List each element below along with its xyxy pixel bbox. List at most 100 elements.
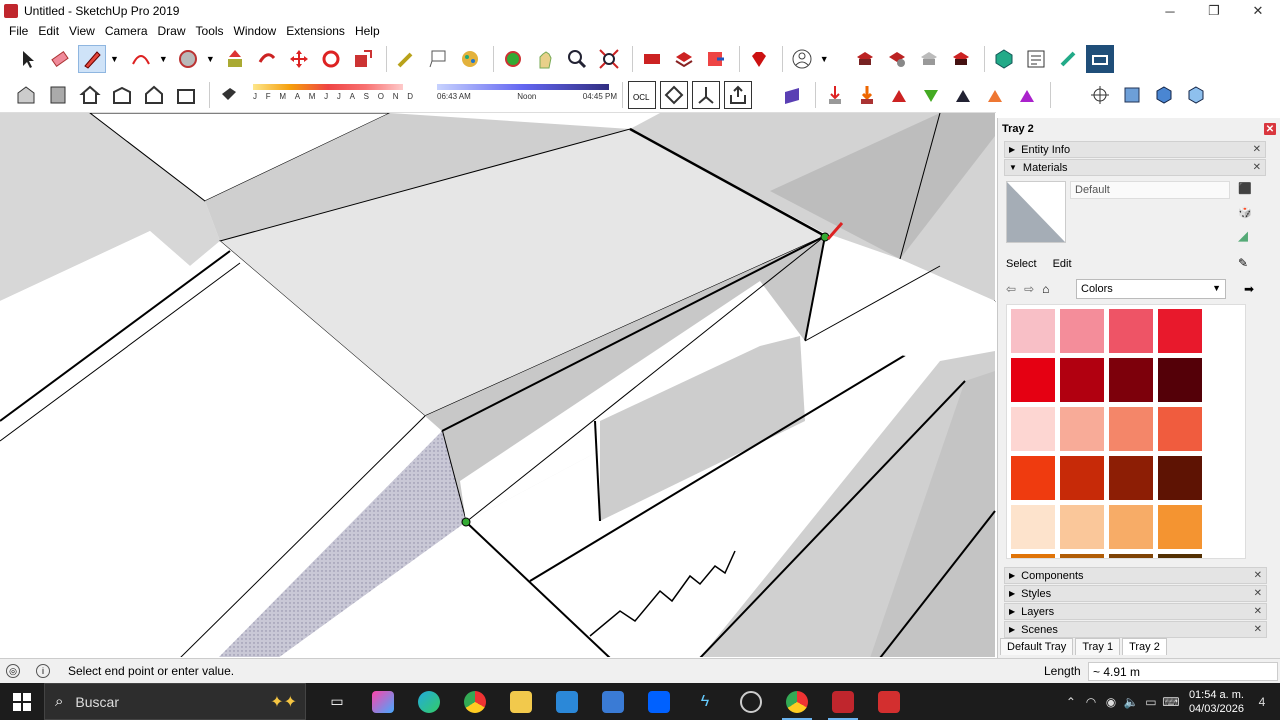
mail-button[interactable]: [590, 683, 636, 720]
minimize-button[interactable]: ─: [1148, 0, 1192, 22]
move-tool-button[interactable]: [285, 45, 313, 73]
section-plane-button[interactable]: [778, 81, 806, 109]
menu-edit[interactable]: Edit: [38, 24, 59, 38]
geo-location-icon[interactable]: ◎: [6, 664, 20, 678]
select-tool-button[interactable]: [14, 45, 42, 73]
chevron-down-icon[interactable]: ▼: [820, 54, 829, 64]
notifications-icon[interactable]: 4: [1252, 695, 1272, 709]
panel-materials[interactable]: ▼ Materials ✕: [1004, 159, 1266, 176]
chrome-button[interactable]: [452, 683, 498, 720]
extension-warehouse-button[interactable]: [745, 45, 773, 73]
rotate-tool-button[interactable]: [317, 45, 345, 73]
color-swatch[interactable]: [1158, 309, 1202, 353]
right-view-button[interactable]: [108, 81, 136, 109]
tab-edit[interactable]: Edit: [1053, 258, 1072, 270]
ocl-export-button[interactable]: [724, 81, 752, 109]
drawing-viewport[interactable]: [0, 112, 996, 657]
measurements-input[interactable]: ~ 4.91 m: [1088, 662, 1278, 681]
model-canvas[interactable]: [0, 113, 996, 657]
material-triangle-icon[interactable]: ◢: [1238, 228, 1248, 244]
ext-tool-8-button[interactable]: [1085, 45, 1114, 73]
color-swatch[interactable]: [1060, 505, 1104, 549]
back-view-button[interactable]: [140, 81, 168, 109]
text-tool-button[interactable]: [424, 45, 452, 73]
color-swatch[interactable]: [1109, 456, 1153, 500]
ext-row2-tool-2[interactable]: [853, 81, 881, 109]
color-swatch[interactable]: [1011, 505, 1055, 549]
task-view-button[interactable]: ▭: [314, 683, 360, 720]
restore-button[interactable]: ❐: [1192, 0, 1236, 22]
shadows-toggle-button[interactable]: [215, 81, 243, 109]
dropbox-button[interactable]: [636, 683, 682, 720]
tray-tab-default[interactable]: Default Tray: [1000, 638, 1074, 655]
color-swatch[interactable]: [1158, 505, 1202, 549]
ext-row2-tool-10[interactable]: [1150, 81, 1178, 109]
back-arrow-icon[interactable]: ⇦: [1006, 282, 1016, 296]
menu-help[interactable]: Help: [355, 24, 380, 38]
instructor-icon[interactable]: i: [36, 664, 50, 678]
app-clock-button[interactable]: [728, 683, 774, 720]
color-swatch[interactable]: [1011, 407, 1055, 451]
color-swatch[interactable]: [1109, 505, 1153, 549]
color-swatch[interactable]: [1060, 309, 1104, 353]
material-name-field[interactable]: Default: [1070, 181, 1230, 199]
ext-row2-tool-11[interactable]: [1182, 81, 1210, 109]
orbit-tool-button[interactable]: [499, 45, 527, 73]
color-swatch[interactable]: [1011, 554, 1055, 558]
shadow-time-slider[interactable]: 06:43 AM Noon 04:45 PM: [437, 80, 617, 110]
close-icon[interactable]: ✕: [1254, 624, 1262, 635]
start-button[interactable]: [0, 683, 44, 720]
close-icon[interactable]: ✕: [1254, 606, 1262, 617]
ext-tool-4-button[interactable]: [947, 45, 975, 73]
ext-tool-1-button[interactable]: [851, 45, 879, 73]
color-swatch[interactable]: [1060, 456, 1104, 500]
share-model-button[interactable]: [670, 45, 698, 73]
library-select[interactable]: Colors ▼: [1076, 279, 1226, 299]
panel-components[interactable]: ▶ Components ✕: [1004, 567, 1267, 584]
file-explorer-button[interactable]: [498, 683, 544, 720]
zoom-tool-button[interactable]: [563, 45, 591, 73]
app-bolt-button[interactable]: ϟ: [682, 683, 728, 720]
ext-tool-2-button[interactable]: [883, 45, 911, 73]
panel-layers[interactable]: ▶ Layers ✕: [1004, 603, 1267, 620]
panel-scenes[interactable]: ▶ Scenes ✕: [1004, 621, 1267, 638]
system-clock[interactable]: 01:54 a. m. 04/03/2026: [1189, 688, 1244, 716]
ext-row2-tool-7[interactable]: [1013, 81, 1041, 109]
keyboard-icon[interactable]: ⌨: [1161, 695, 1181, 709]
color-swatch[interactable]: [1109, 554, 1153, 558]
menu-camera[interactable]: Camera: [105, 24, 148, 38]
ext-tool-3-button[interactable]: [915, 45, 943, 73]
chevron-down-icon[interactable]: ▼: [110, 54, 119, 64]
color-swatch[interactable]: [1109, 309, 1153, 353]
left-view-button[interactable]: [172, 81, 200, 109]
ocl-paint-button[interactable]: [660, 81, 688, 109]
menu-view[interactable]: View: [69, 24, 95, 38]
eraser-tool-button[interactable]: [46, 45, 74, 73]
color-swatch[interactable]: [1109, 407, 1153, 451]
follow-me-button[interactable]: [253, 45, 281, 73]
sample-cube-icon[interactable]: 🎲: [1238, 206, 1252, 219]
ext-tool-5-button[interactable]: [990, 45, 1018, 73]
close-button[interactable]: ✕: [1236, 0, 1280, 22]
close-icon[interactable]: ✕: [1254, 588, 1262, 599]
menu-window[interactable]: Window: [234, 24, 277, 38]
color-swatch[interactable]: [1060, 358, 1104, 402]
color-swatch[interactable]: [1158, 554, 1202, 558]
account-button[interactable]: [788, 45, 816, 73]
forward-arrow-icon[interactable]: ⇨: [1024, 282, 1034, 296]
shadow-date-slider[interactable]: JFMAMJJASOND: [253, 80, 413, 110]
network-icon[interactable]: ◠: [1081, 695, 1101, 709]
close-icon[interactable]: ✕: [1254, 570, 1262, 581]
line-tool-button[interactable]: [78, 45, 106, 73]
ext-row2-tool-3[interactable]: [885, 81, 913, 109]
swatches-scrollbar[interactable]: [1248, 304, 1260, 559]
ext-row2-tool-9[interactable]: [1118, 81, 1146, 109]
menu-extensions[interactable]: Extensions: [286, 24, 345, 38]
color-swatch[interactable]: [1109, 358, 1153, 402]
push-pull-button[interactable]: [221, 45, 249, 73]
iso-view-button[interactable]: [12, 81, 40, 109]
close-icon[interactable]: ✕: [1253, 144, 1261, 155]
color-swatch[interactable]: [1011, 309, 1055, 353]
create-material-icon[interactable]: ⬛: [1238, 182, 1252, 195]
color-swatch[interactable]: [1158, 407, 1202, 451]
